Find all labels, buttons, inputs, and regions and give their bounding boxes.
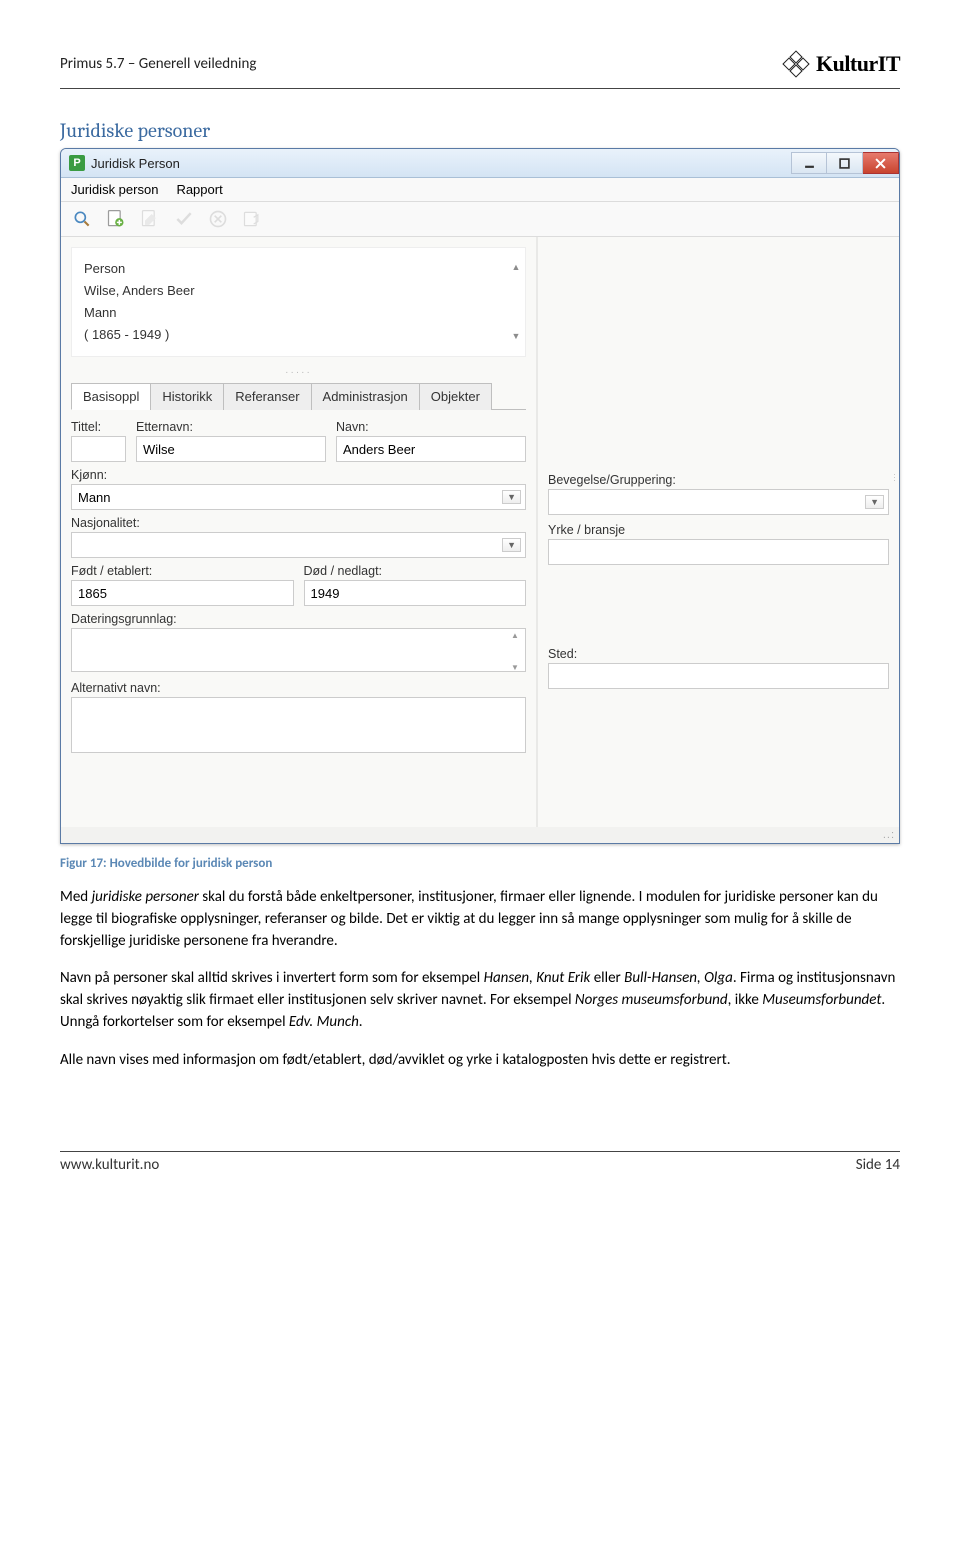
info-line-dates: ( 1865 - 1949 ) (84, 324, 513, 346)
nasjonalitet-select[interactable]: ▼ (71, 532, 526, 558)
history-icon[interactable] (239, 206, 265, 232)
tab-administrasjon[interactable]: Administrasjon (311, 383, 420, 410)
maximize-button[interactable] (827, 152, 863, 174)
doc-header-title: Primus 5.7 – Generell veiledning (60, 55, 256, 73)
brand-name: KulturIT (816, 51, 900, 77)
yrke-label: Yrke / bransje (548, 523, 889, 537)
tittel-label: Tittel: (71, 420, 126, 434)
confirm-icon[interactable] (171, 206, 197, 232)
yrke-input[interactable] (548, 539, 889, 565)
toolbar (61, 202, 899, 237)
etternavn-input[interactable] (136, 436, 326, 462)
scrollbar-stub[interactable]: ▲▼ (509, 260, 523, 344)
info-panel: Person Wilse, Anders Beer Mann ( 1865 - … (71, 247, 526, 357)
section-heading: Juridiske personer (60, 119, 900, 142)
altnavn-label: Alternativt navn: (71, 681, 526, 695)
fodt-input[interactable] (71, 580, 294, 606)
brand-logo: KulturIT (782, 50, 900, 78)
menu-juridisk-person[interactable]: Juridisk person (71, 182, 158, 197)
tabstrip: Basisoppl Historikk Referanser Administr… (71, 382, 526, 410)
nasjonalitet-label: Nasjonalitet: (71, 516, 526, 530)
info-line-gender: Mann (84, 302, 513, 324)
fodt-label: Født / etablert: (71, 564, 294, 578)
tab-objekter[interactable]: Objekter (419, 383, 492, 410)
chevron-down-icon: ▼ (502, 490, 521, 504)
figure-caption: Figur 17: Hovedbilde for juridisk person (60, 856, 900, 871)
form-basisoppl: Tittel: Etternavn: Navn: (71, 410, 526, 766)
splitter-handle-icon[interactable]: ····· (61, 367, 536, 378)
kjonn-value: Mann (78, 490, 111, 505)
info-line-name: Wilse, Anders Beer (84, 280, 513, 302)
navn-input[interactable] (336, 436, 526, 462)
search-icon[interactable] (69, 206, 95, 232)
cancel-icon[interactable] (205, 206, 231, 232)
chevron-down-icon: ▼ (502, 538, 521, 552)
app-window: Juridisk Person Juridisk person Rapport (60, 148, 900, 844)
tab-historikk[interactable]: Historikk (150, 383, 224, 410)
body-text: Med juridiske personer skal du forstå bå… (60, 887, 900, 1071)
brand-icon (782, 50, 810, 78)
navn-label: Navn: (336, 420, 526, 434)
tab-referanser[interactable]: Referanser (223, 383, 311, 410)
dod-input[interactable] (304, 580, 527, 606)
sted-input[interactable] (548, 663, 889, 689)
dod-label: Død / nedlagt: (304, 564, 527, 578)
footer-url: www.kulturit.no (60, 1156, 159, 1174)
dateringsgrunnlag-textarea[interactable] (71, 628, 526, 672)
footer-page-number: Side 14 (856, 1156, 900, 1174)
close-button[interactable] (863, 152, 899, 174)
chevron-down-icon: ▼ (865, 495, 884, 509)
edit-icon[interactable] (137, 206, 163, 232)
tittel-input[interactable] (71, 436, 126, 462)
menu-rapport[interactable]: Rapport (176, 182, 222, 197)
window-title: Juridisk Person (91, 156, 180, 171)
app-icon (69, 155, 85, 171)
header-divider (60, 88, 900, 89)
sted-label: Sted: (548, 647, 889, 661)
tab-basisoppl[interactable]: Basisoppl (71, 383, 151, 410)
window-titlebar: Juridisk Person (61, 149, 899, 178)
etternavn-label: Etternavn: (136, 420, 326, 434)
resize-grip-icon[interactable]: ..: (61, 827, 899, 843)
kjonn-select[interactable]: Mann ▼ (71, 484, 526, 510)
minimize-button[interactable] (791, 152, 827, 174)
info-line-type: Person (84, 258, 513, 280)
menubar: Juridisk person Rapport (61, 178, 899, 202)
bevegelse-label: Bevegelse/Gruppering: (548, 473, 889, 487)
kjonn-label: Kjønn: (71, 468, 526, 482)
bevegelse-select[interactable]: ▼ (548, 489, 889, 515)
altnavn-textarea[interactable] (71, 697, 526, 753)
footer-divider (60, 1151, 900, 1152)
new-record-icon[interactable] (103, 206, 129, 232)
dateringsgrunnlag-label: Dateringsgrunnlag: (71, 612, 526, 626)
